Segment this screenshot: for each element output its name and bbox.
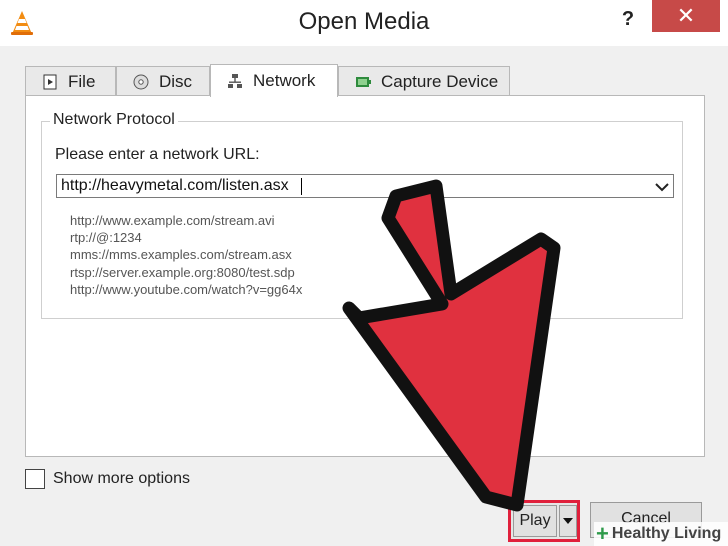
tab-network[interactable]: Network bbox=[210, 64, 338, 97]
open-media-dialog: Open Media ? ✕ File Disc Network Capture… bbox=[0, 0, 728, 546]
tab-capture-device[interactable]: Capture Device bbox=[338, 66, 510, 96]
plus-logo-icon: + bbox=[596, 521, 609, 546]
group-title: Network Protocol bbox=[50, 111, 178, 129]
example-url: rtp://@:1234 bbox=[70, 230, 142, 246]
help-button[interactable]: ? bbox=[610, 4, 646, 34]
network-icon bbox=[227, 73, 243, 89]
url-examples: http://www.example.com/stream.avi rtp://… bbox=[70, 212, 302, 298]
network-protocol-group: Network Protocol Please enter a network … bbox=[41, 111, 683, 319]
show-more-options-row[interactable]: Show more options bbox=[25, 469, 190, 489]
tab-disc-label: Disc bbox=[159, 71, 193, 91]
example-url: http://www.youtube.com/watch?v=gg64x bbox=[70, 281, 303, 297]
example-url: http://www.example.com/stream.avi bbox=[70, 213, 275, 228]
capture-device-icon bbox=[355, 74, 371, 90]
tab-network-label: Network bbox=[253, 71, 316, 90]
url-input[interactable] bbox=[57, 175, 647, 197]
play-dropdown-button[interactable] bbox=[559, 505, 577, 537]
title-bar: Open Media ? ✕ bbox=[0, 0, 728, 46]
chevron-down-icon[interactable] bbox=[655, 181, 669, 193]
example-url: rtsp://server.example.org:8080/test.sdp bbox=[70, 264, 295, 280]
tab-disc[interactable]: Disc bbox=[116, 66, 210, 96]
text-caret bbox=[301, 178, 302, 195]
network-tab-panel: Network Protocol Please enter a network … bbox=[25, 95, 705, 457]
play-button-highlight: Play bbox=[508, 500, 580, 542]
disc-icon bbox=[133, 74, 149, 90]
play-button[interactable]: Play bbox=[513, 505, 557, 537]
tab-file-label: File bbox=[68, 71, 96, 91]
tab-file[interactable]: File bbox=[25, 66, 116, 96]
close-button[interactable]: ✕ bbox=[652, 0, 720, 32]
example-url: mms://mms.examples.com/stream.asx bbox=[70, 247, 292, 263]
url-combobox[interactable] bbox=[56, 174, 674, 198]
url-prompt-label: Please enter a network URL: bbox=[55, 146, 260, 163]
watermark: + Healthy Living bbox=[594, 522, 728, 546]
watermark-text: Healthy Living bbox=[611, 525, 722, 542]
file-icon bbox=[42, 74, 58, 90]
show-more-options-checkbox[interactable] bbox=[25, 469, 45, 489]
tab-capture-device-label: Capture Device bbox=[381, 71, 499, 91]
caret-down-icon bbox=[563, 518, 573, 524]
show-more-options-label: Show more options bbox=[53, 470, 190, 487]
